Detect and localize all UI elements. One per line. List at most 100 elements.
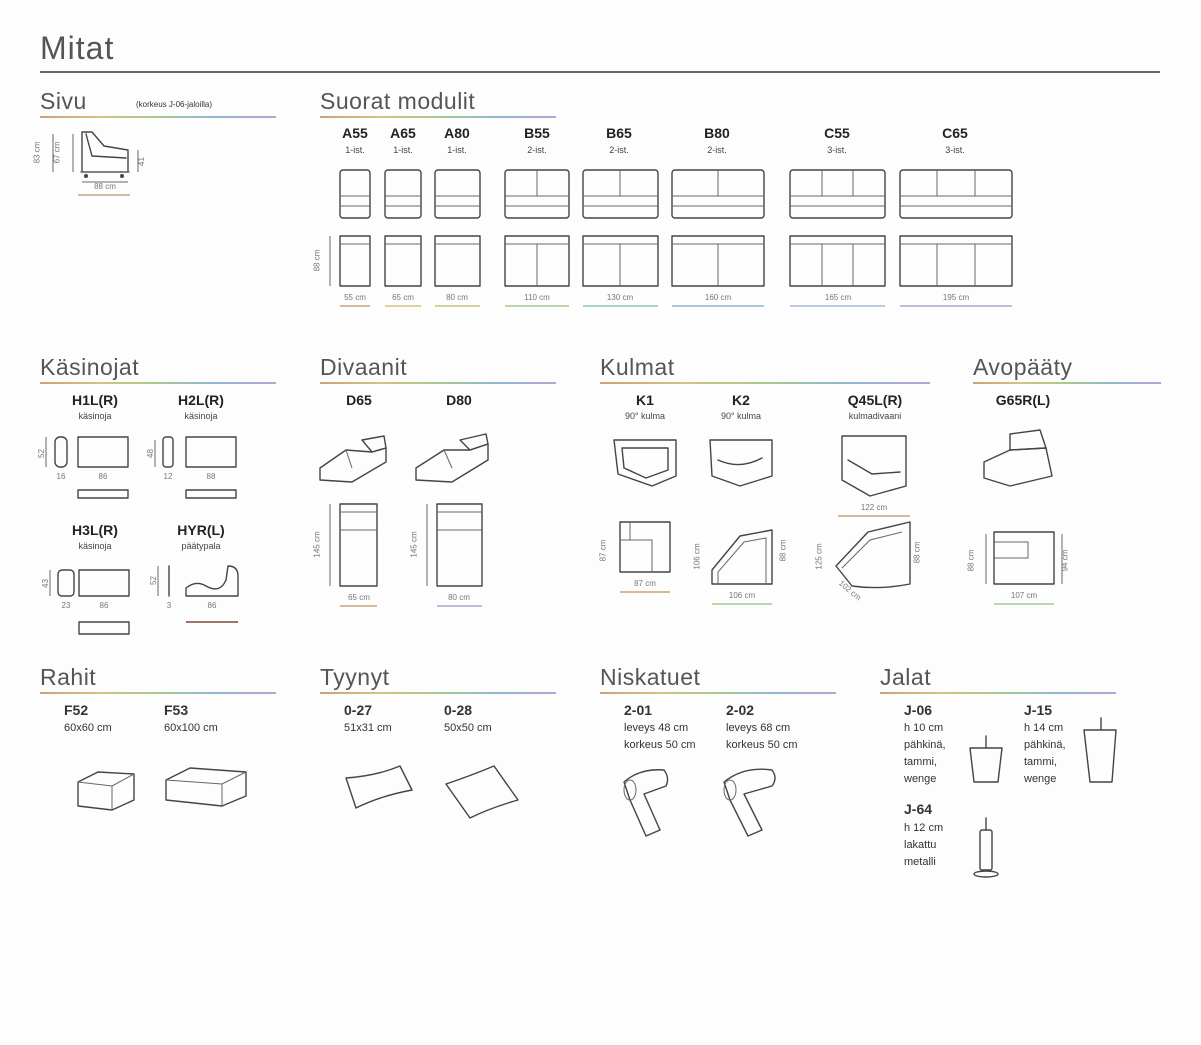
corner-sub-k1: 90° kulma: [624, 411, 666, 421]
armrest-sub-h2l: käsinoja: [184, 411, 218, 421]
sivu-dim-height-seat: 67 cm: [52, 141, 62, 164]
open-end-drawings: [983, 429, 1063, 605]
section-underline-kasinojat: [40, 382, 276, 384]
section-title-rahit: Rahit: [40, 664, 97, 690]
leg-code-j15: J-15: [1024, 702, 1053, 718]
section-underline-divaanit: [320, 382, 556, 384]
footstool-code-f52: F52: [64, 702, 89, 718]
section-underline-suorat: [320, 116, 556, 118]
armrest-w2-h2l: 88: [206, 472, 216, 481]
module-code-a80: A80: [444, 125, 470, 141]
straight-modules-top-drawings: [329, 235, 1013, 307]
straight-modules-front-drawings: [339, 169, 1013, 219]
section-underline-kulmat: [600, 382, 930, 384]
armrest-code-h2l: H2L(R): [178, 392, 224, 408]
cushion-drawings: [345, 765, 519, 819]
sivu-dim-height-total: 83 cm: [32, 141, 42, 164]
cushion-size-028: 50x50 cm: [444, 722, 492, 734]
corner-sub-k2: 90° kulma: [720, 411, 762, 421]
leg-code-j64: J-64: [904, 801, 933, 817]
open-end-code: G65R(L): [995, 392, 1051, 408]
module-seats-a65: 1-ist.: [393, 145, 413, 155]
module-width-b80: 160 cm: [704, 293, 732, 302]
open-end-d3: 107 cm: [1010, 591, 1038, 600]
leg-j15-line3: tammi,: [1024, 756, 1057, 768]
headrest-height-201: korkeus 50 cm: [624, 739, 696, 751]
section-underline-tyynyt: [320, 692, 556, 694]
armrest-w1-h2l: 12: [163, 472, 173, 481]
modules-dim-depth: 88 cm: [312, 249, 322, 272]
leg-j06-line3: tammi,: [904, 756, 937, 768]
corner-code-k1: K1: [636, 392, 654, 408]
sivu-dim-depth: 88 cm: [94, 182, 116, 191]
armrest-h-h1l: 52: [36, 449, 46, 458]
corner-sub-q45l: kulmadivaani: [848, 411, 902, 421]
module-width-b65: 130 cm: [606, 293, 634, 302]
module-width-c65: 195 cm: [942, 293, 970, 302]
corner-k2-d3: 106 cm: [728, 591, 756, 600]
divan-length-d65: 145 cm: [312, 531, 322, 558]
section-underline-sivu: [40, 116, 276, 118]
module-seats-c55: 3-ist.: [827, 145, 847, 155]
section-title-tyynyt: Tyynyt: [320, 664, 390, 690]
module-code-b65: B65: [606, 125, 632, 141]
module-seats-b55: 2-ist.: [527, 145, 547, 155]
module-code-c65: C65: [942, 125, 968, 141]
headrest-code-201: 2-01: [624, 702, 653, 718]
headrest-height-202: korkeus 50 cm: [726, 739, 798, 751]
module-code-a55: A55: [342, 125, 368, 141]
divan-width-d65: 65 cm: [348, 593, 370, 602]
leg-j06-line1: h 10 cm: [904, 722, 944, 734]
leg-j06-line4: wenge: [904, 773, 937, 785]
leg-code-j06: J-06: [904, 702, 933, 718]
module-seats-a55: 1-ist.: [345, 145, 365, 155]
footstool-size-f53: 60x100 cm: [164, 722, 218, 734]
section-title-niskatuet: Niskatuet: [600, 664, 701, 690]
divan-code-d65: D65: [346, 392, 372, 408]
leg-j15-line4: wenge: [1024, 773, 1057, 785]
title-divider: [40, 71, 1160, 73]
page-title: Mitat: [40, 30, 115, 66]
armrest-sub-hyr: päätypala: [181, 541, 221, 551]
footstool-code-f53: F53: [164, 702, 189, 718]
footstool-drawings: [77, 767, 247, 811]
armrest-w1-h3l: 23: [61, 601, 71, 610]
corner-q45l-d2: 125 cm: [814, 543, 824, 570]
module-code-a65: A65: [390, 125, 416, 141]
module-code-b55: B55: [524, 125, 550, 141]
corner-k1-d1: 87 cm: [598, 539, 608, 562]
section-title-jalat: Jalat: [880, 664, 932, 690]
corner-k1-d2: 87 cm: [634, 579, 656, 588]
corner-q45l-d3: 88 cm: [912, 541, 922, 564]
section-underline-avopaady: [973, 382, 1161, 384]
corner-code-q45l: Q45L(R): [847, 392, 903, 408]
section-title-suorat: Suorat modulit: [320, 88, 476, 114]
cushion-size-027: 51x31 cm: [344, 722, 392, 734]
divan-code-d80: D80: [446, 392, 472, 408]
armrest-h-h2l: 48: [145, 449, 155, 458]
armrest-code-h3l: H3L(R): [72, 522, 118, 538]
module-seats-c65: 3-ist.: [945, 145, 965, 155]
module-code-b80: B80: [704, 125, 730, 141]
module-seats-a80: 1-ist.: [447, 145, 467, 155]
module-width-b55: 110 cm: [524, 293, 550, 302]
leg-j15-line2: pähkinä,: [1024, 739, 1066, 751]
leg-j06-line2: pähkinä,: [904, 739, 946, 751]
corner-code-k2: K2: [732, 392, 750, 408]
corner-k2-d2: 88 cm: [778, 539, 788, 562]
module-code-c55: C55: [824, 125, 850, 141]
divan-drawings: [319, 433, 489, 607]
corner-k2-d1: 106 cm: [692, 543, 702, 570]
cushion-code-027: 0-27: [344, 702, 373, 718]
section-title-kulmat: Kulmat: [600, 354, 675, 380]
divan-width-d80: 80 cm: [448, 593, 470, 602]
armrest-code-hyr: HYR(L): [177, 522, 225, 538]
cushion-code-028: 0-28: [444, 702, 473, 718]
section-title-avopaady: Avopääty: [973, 354, 1073, 380]
headrest-code-202: 2-02: [726, 702, 755, 718]
armrest-sub-h1l: käsinoja: [78, 411, 112, 421]
section-title-divaanit: Divaanit: [320, 354, 408, 380]
headrest-drawings: [623, 768, 776, 837]
armrest-w2-h3l: 86: [99, 601, 109, 610]
armrest-code-h1l: H1L(R): [72, 392, 118, 408]
